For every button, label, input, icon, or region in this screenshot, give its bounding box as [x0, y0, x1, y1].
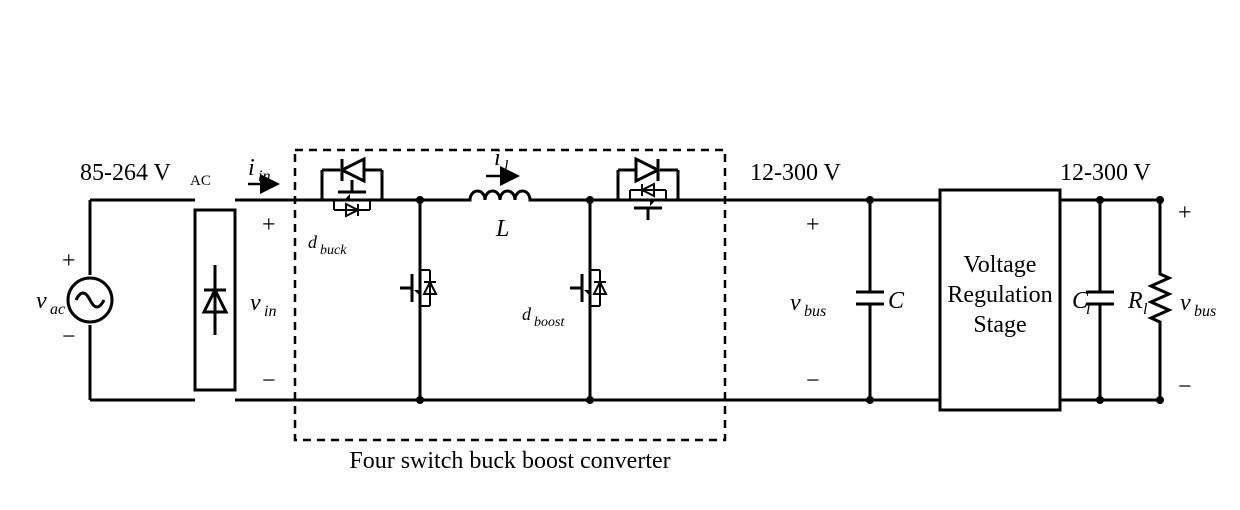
voltage-reg-stage: Voltage Regulation Stage — [940, 190, 1060, 410]
bridge-rectifier — [195, 210, 235, 390]
boost-high-switch — [618, 159, 678, 220]
vin-plus: + — [262, 212, 276, 238]
iin-symbol: i — [248, 155, 255, 181]
vbus-sub: bus — [804, 303, 826, 320]
vin-minus: − — [262, 368, 276, 394]
vbus2-minus: − — [1178, 374, 1192, 400]
iin-sub: in — [258, 168, 270, 185]
vin-sub: in — [264, 303, 276, 320]
vbus2-plus: + — [1178, 200, 1192, 226]
ac-source-section: 85-264 V AC + − v ac — [36, 160, 211, 400]
boost-low-switch: d boost — [522, 196, 606, 404]
Rl-sub: l — [1143, 301, 1148, 318]
Rl-sym: R — [1127, 288, 1143, 314]
vin-symbol: v — [250, 290, 261, 316]
vbus2-sub: bus — [1194, 303, 1216, 320]
vbus2-sym: v — [1180, 290, 1191, 316]
load-res: R l — [1127, 196, 1169, 404]
vbus-sym: v — [790, 290, 801, 316]
ac-source-icon — [68, 278, 112, 322]
reg1: Voltage — [964, 252, 1037, 278]
vac-plus: + — [62, 248, 76, 274]
dboost-sub: boost — [534, 315, 565, 330]
vbus-labels: 12-300 V + v bus − — [750, 160, 842, 394]
converter-caption: Four switch buck boost converter — [349, 448, 670, 474]
reg3: Stage — [973, 312, 1026, 338]
vin-labels: + v in − — [250, 212, 276, 394]
vbus-minus: − — [806, 368, 820, 394]
vac-sub: ac — [50, 301, 65, 318]
buck-high-switch: d buck — [308, 159, 382, 258]
vac-range-label: 85-264 V — [80, 160, 172, 186]
il-sym: i — [494, 145, 501, 171]
inductor: i l L — [460, 145, 540, 242]
vac-symbol: v — [36, 288, 47, 314]
L-label: L — [495, 216, 509, 242]
bus-cap: C — [856, 196, 905, 404]
vbus-plus: + — [806, 212, 820, 238]
iin-arrow: i in — [248, 155, 278, 185]
dbuck-sub: buck — [320, 243, 347, 258]
bus-range-right: 12-300 V — [1060, 160, 1152, 186]
bus-range-left: 12-300 V — [750, 160, 842, 186]
C-label: C — [888, 288, 905, 314]
load-cap: C l — [1072, 196, 1114, 404]
buck-low-switch — [400, 196, 436, 404]
vac-minus: − — [62, 324, 76, 350]
reg2: Regulation — [947, 282, 1052, 308]
il-sub: l — [504, 158, 509, 175]
dboost-sym: d — [522, 304, 532, 324]
vac-range-suffix: AC — [190, 173, 211, 189]
dbuck-sym: d — [308, 232, 318, 252]
Cl-sub: l — [1086, 301, 1091, 318]
circuit-diagram: 85-264 V AC + − v ac + v in − i in Four … — [0, 0, 1240, 510]
